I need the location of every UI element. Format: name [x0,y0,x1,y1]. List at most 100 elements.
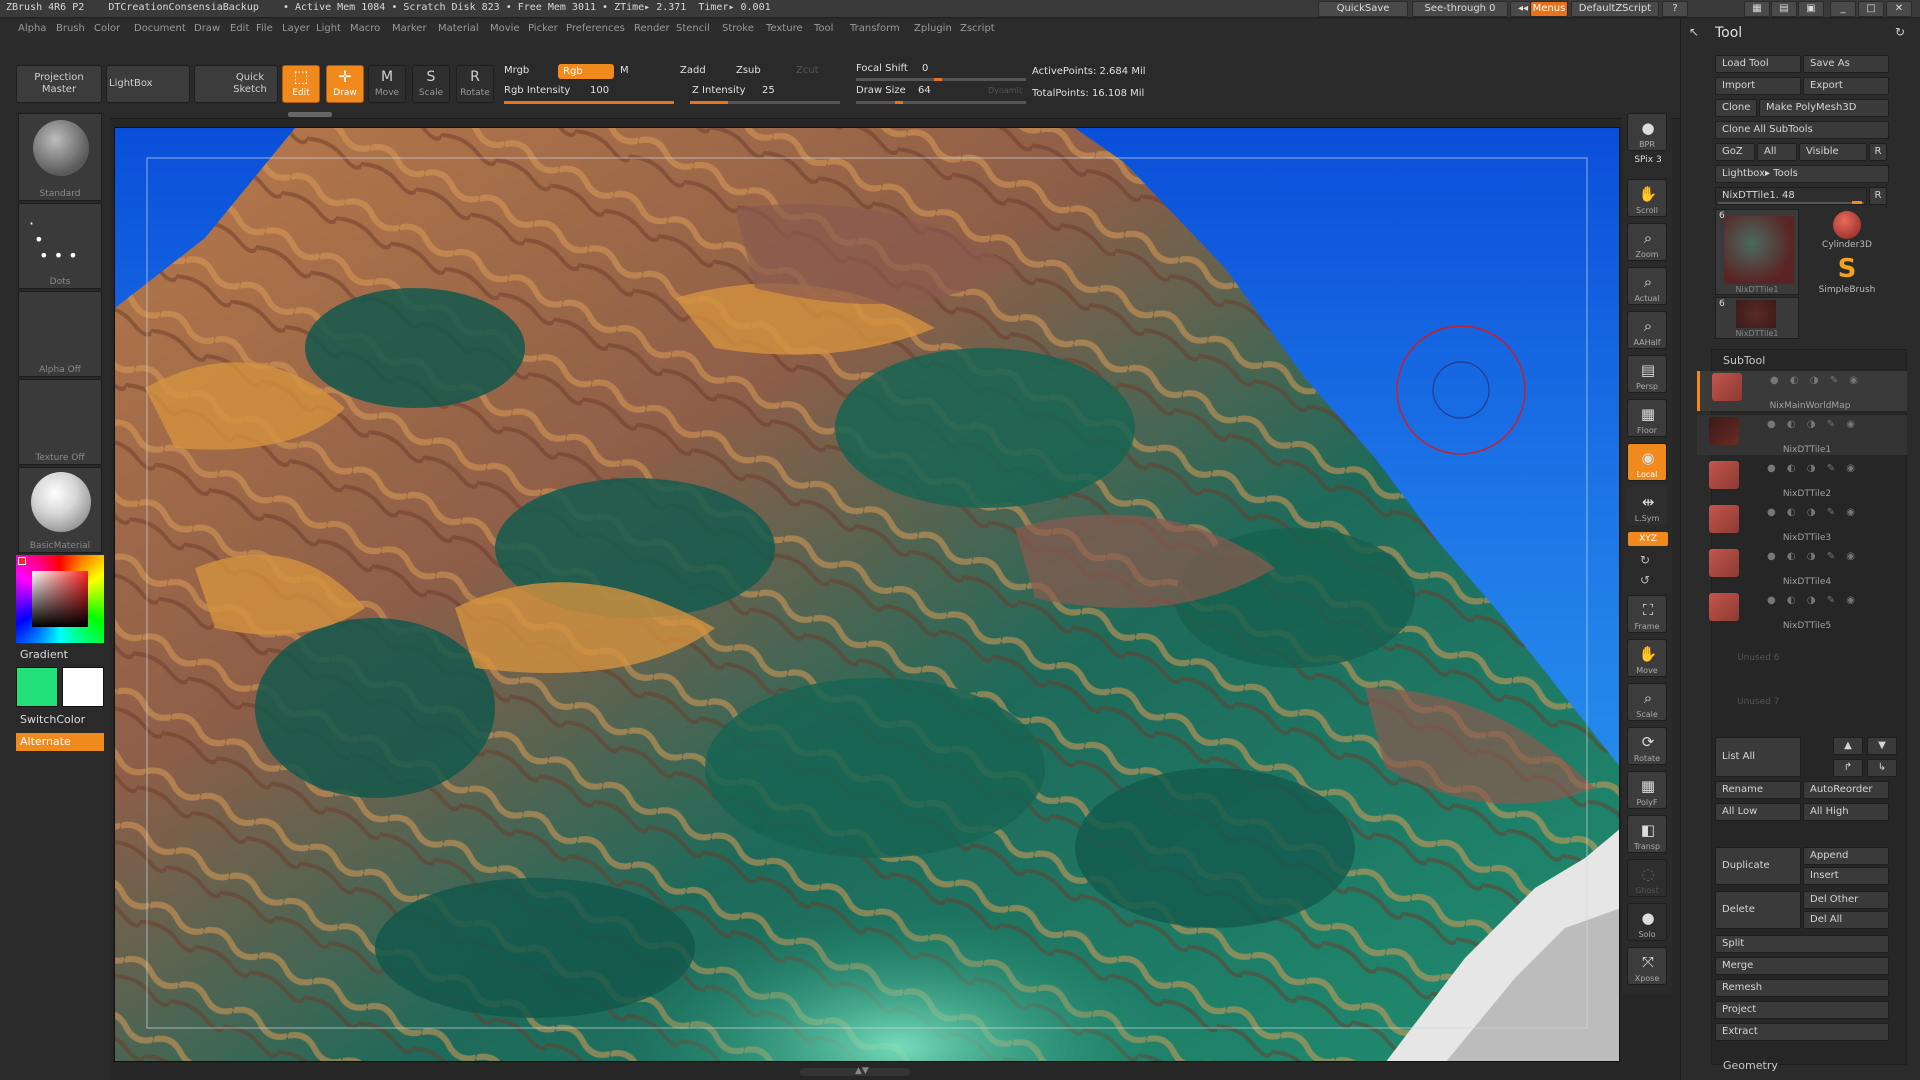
menu-stroke[interactable]: Stroke [722,23,754,34]
maximize-icon[interactable]: □ [1858,1,1884,17]
primary-color-swatch[interactable] [16,667,58,707]
rotate-y-icon[interactable]: ↻ [1640,553,1650,567]
zoom-button[interactable]: ⌕ Zoom [1627,223,1667,261]
default-zscript-button[interactable]: DefaultZScript [1571,1,1659,17]
layout-alt-icon[interactable]: ▤ [1771,1,1797,17]
rgb-toggle[interactable]: Rgb [558,64,614,79]
autoreorder-button[interactable]: AutoReorder [1803,781,1889,799]
menu-material[interactable]: Material [438,23,479,34]
polyf-button[interactable]: ▦ PolyF [1627,771,1667,809]
tool-thumb-main[interactable]: 6 NixDTTile1 [1715,209,1799,295]
subtool-toggles[interactable]: ● ◐ ◑ ✎ ◉ [1767,419,1859,430]
scroll-button[interactable]: ✋ Scroll [1627,179,1667,217]
refresh-icon[interactable]: ↻ [1895,25,1905,39]
zcut-toggle[interactable]: Zcut [796,65,819,76]
subtool-toggles[interactable]: ● ◐ ◑ ✎ ◉ [1767,551,1859,562]
subtool-item-3[interactable]: ● ◐ ◑ ✎ ◉ NixDTTile3 [1697,503,1907,543]
ghost-button[interactable]: ◌ Ghost [1627,859,1667,897]
move-up-icon[interactable]: ▲ [1833,737,1863,755]
rotate-mode-button[interactable]: R Rotate [456,65,494,103]
frame-button[interactable]: ⛶ Frame [1627,595,1667,633]
menu-movie[interactable]: Movie [490,23,520,34]
goz-visible-button[interactable]: Visible [1799,143,1867,161]
bpr-button[interactable]: ● BPR [1627,113,1667,151]
gradient-label[interactable]: Gradient [20,648,68,661]
make-polymesh-button[interactable]: Make PolyMesh3D [1759,99,1889,117]
see-through-slider[interactable]: See-through 0 [1412,1,1508,17]
quicksave-button[interactable]: QuickSave [1318,1,1408,17]
menu-light[interactable]: Light [316,23,341,34]
draw-size-slider[interactable] [856,101,1026,104]
move-mode-button[interactable]: M Move [368,65,406,103]
menu-tool[interactable]: Tool [814,23,833,34]
terrain-mesh[interactable] [115,128,1620,1062]
alpha-slot[interactable]: Alpha Off [18,291,102,377]
merge-button[interactable]: Merge [1715,957,1889,975]
scale-view-button[interactable]: ⌕ Scale [1627,683,1667,721]
clone-all-subtools-button[interactable]: Clone All SubTools [1715,121,1889,139]
menu-color[interactable]: Color [94,23,120,34]
secondary-color-swatch[interactable] [62,667,104,707]
extract-button[interactable]: Extract [1715,1023,1889,1041]
menu-stencil[interactable]: Stencil [676,23,710,34]
all-low-button[interactable]: All Low [1715,803,1801,821]
menu-layer[interactable]: Layer [282,23,310,34]
lightbox-button[interactable]: LightBox [106,65,190,103]
transp-button[interactable]: ◧ Transp [1627,815,1667,853]
clone-button[interactable]: Clone [1715,99,1757,117]
menu-texture[interactable]: Texture [766,23,803,34]
list-all-button[interactable]: List All [1715,737,1801,777]
rotate-z-icon[interactable]: ↺ [1640,573,1650,587]
subtool-toggles[interactable]: ● ◐ ◑ ✎ ◉ [1770,375,1862,386]
current-tool-slider[interactable]: NixDTTile1. 48 [1715,187,1867,205]
menu-edit[interactable]: Edit [230,23,249,34]
delete-button[interactable]: Delete [1715,891,1801,929]
menu-macro[interactable]: Macro [350,23,380,34]
move-down-icon[interactable]: ▼ [1867,737,1897,755]
menu-picker[interactable]: Picker [528,23,558,34]
subtool-toggles[interactable]: ● ◐ ◑ ✎ ◉ [1767,463,1859,474]
stroke-slot[interactable]: · • • • • Dots [18,203,102,289]
menu-zplugin[interactable]: Zplugin [914,23,952,34]
export-button[interactable]: Export [1803,77,1889,95]
all-high-button[interactable]: All High [1803,803,1889,821]
import-button[interactable]: Import [1715,77,1801,95]
subtool-item-2[interactable]: ● ◐ ◑ ✎ ◉ NixDTTile2 [1697,459,1907,499]
persp-button[interactable]: ▤ Persp [1627,355,1667,393]
simplebrush-tool[interactable]: S SimpleBrush [1805,255,1889,301]
actual-button[interactable]: ⌕ Actual [1627,267,1667,305]
solo-button[interactable]: ● Solo [1627,903,1667,941]
subtool-item-5[interactable]: ● ◐ ◑ ✎ ◉ NixDTTile5 [1697,591,1907,631]
close-icon[interactable]: ✕ [1886,1,1912,17]
minimize-icon[interactable]: _ [1830,1,1856,17]
canvas-viewport[interactable] [114,127,1620,1062]
remesh-button[interactable]: Remesh [1715,979,1889,997]
edit-mode-button[interactable]: ⬚ Edit [282,65,320,103]
rename-button[interactable]: Rename [1715,781,1801,799]
lsym-button[interactable]: ⇹ L.Sym [1627,487,1667,525]
menu-document[interactable]: Document [134,23,186,34]
menu-render[interactable]: Render [634,23,670,34]
aahalf-button[interactable]: ⌕ AAHalf [1627,311,1667,349]
local-button[interactable]: ◉ Local [1627,443,1667,481]
arrow-up-right-icon[interactable]: ↱ [1833,759,1863,777]
lightbox-tools-button[interactable]: Lightbox▸ Tools [1715,165,1889,183]
move-view-button[interactable]: ✋ Move [1627,639,1667,677]
geometry-section-title[interactable]: Geometry [1723,1059,1778,1072]
subtool-item-0[interactable]: ● ◐ ◑ ✎ ◉ NixMainWorldMap [1697,371,1907,411]
split-button[interactable]: Split [1715,935,1889,953]
help-icon[interactable]: ? [1662,1,1688,17]
menus-button[interactable]: Menus [1530,1,1568,17]
mrgb-toggle[interactable]: Mrgb [504,65,529,76]
menu-draw[interactable]: Draw [194,23,220,34]
subtool-title[interactable]: SubTool [1723,354,1765,367]
shelf-scroll-handle[interactable] [288,112,332,117]
subtool-toggles[interactable]: ● ◐ ◑ ✎ ◉ [1767,507,1859,518]
material-slot[interactable]: BasicMaterial [18,467,102,553]
saturation-square[interactable] [32,571,88,627]
menu-file[interactable]: File [256,23,273,34]
lock-icon[interactable]: ▣ [1798,1,1824,17]
menu-alpha[interactable]: Alpha [18,23,46,34]
draw-mode-button[interactable]: ✛ Draw [326,65,364,103]
append-button[interactable]: Append [1803,847,1889,865]
